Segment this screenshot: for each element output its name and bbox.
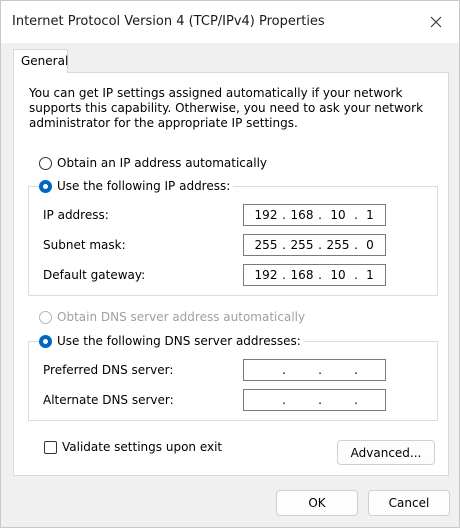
obtain-dns-auto-label: Obtain DNS server address automatically xyxy=(57,310,306,324)
ok-button[interactable]: OK xyxy=(276,490,358,516)
validate-settings-checkbox[interactable]: Validate settings upon exit xyxy=(44,440,222,454)
ip-octet-1: 192 xyxy=(254,208,278,222)
subnet-mask-input[interactable]: 255 . 255 . 255 . 0 xyxy=(243,234,386,256)
cancel-button[interactable]: Cancel xyxy=(368,490,450,516)
use-following-ip-radio-indicator xyxy=(39,179,52,193)
subnet-octet-4: 0 xyxy=(366,238,374,252)
ip-octet-2: 168 xyxy=(290,208,314,222)
obtain-ip-auto-label: Obtain an IP address automatically xyxy=(57,156,268,170)
gateway-octet-3: 10 xyxy=(330,268,346,282)
obtain-dns-auto-radio-indicator xyxy=(39,310,52,324)
ip-address-label: IP address: xyxy=(43,208,109,222)
general-panel: You can get IP settings assigned automat… xyxy=(13,72,449,476)
ip-octet-3: 10 xyxy=(330,208,346,222)
close-button[interactable] xyxy=(413,1,459,43)
alternate-dns-input[interactable]: . . . xyxy=(243,389,386,411)
obtain-dns-auto-radio[interactable]: Obtain DNS server address automatically xyxy=(39,310,305,324)
description-text: You can get IP settings assigned automat… xyxy=(29,86,424,130)
ip-octet-4: 1 xyxy=(366,208,374,222)
use-following-dns-label: Use the following DNS server addresses: xyxy=(57,334,301,348)
alternate-dns-separator: . xyxy=(354,393,358,407)
dialog-title: Internet Protocol Version 4 (TCP/IPv4) P… xyxy=(12,14,325,29)
alternate-dns-separator: . xyxy=(318,393,322,407)
preferred-dns-label: Preferred DNS server: xyxy=(43,363,174,377)
tab-general-label: General xyxy=(21,54,69,68)
subnet-octet-2: 255 xyxy=(290,238,314,252)
use-following-dns-radio[interactable]: Use the following DNS server addresses: xyxy=(39,334,304,348)
subnet-octet-1: 255 xyxy=(254,238,278,252)
use-following-dns-radio-indicator xyxy=(39,334,52,348)
tab-general[interactable]: General xyxy=(13,49,68,73)
default-gateway-input[interactable]: 192 . 168 . 10 . 1 xyxy=(243,264,386,286)
alternate-dns-label: Alternate DNS server: xyxy=(43,393,174,407)
preferred-dns-separator: . xyxy=(354,363,358,377)
use-following-ip-radio[interactable]: Use the following IP address: xyxy=(39,179,234,193)
validate-settings-label: Validate settings upon exit xyxy=(62,440,223,454)
gateway-octet-1: 192 xyxy=(254,268,278,282)
validate-settings-checkbox-box xyxy=(44,440,57,454)
default-gateway-label: Default gateway: xyxy=(43,268,146,282)
obtain-ip-auto-radio[interactable]: Obtain an IP address automatically xyxy=(39,156,267,170)
close-icon xyxy=(430,16,442,28)
advanced-button[interactable]: Advanced... xyxy=(337,440,435,465)
gateway-octet-2: 168 xyxy=(290,268,314,282)
use-following-ip-label: Use the following IP address: xyxy=(57,179,231,193)
properties-dialog: Internet Protocol Version 4 (TCP/IPv4) P… xyxy=(0,0,460,528)
preferred-dns-separator: . xyxy=(318,363,322,377)
title-bar: Internet Protocol Version 4 (TCP/IPv4) P… xyxy=(1,1,459,43)
subnet-mask-label: Subnet mask: xyxy=(43,238,126,252)
gateway-octet-4: 1 xyxy=(366,268,374,282)
preferred-dns-separator: . xyxy=(282,363,286,377)
ip-address-input[interactable]: 192 . 168 . 10 . 1 xyxy=(243,204,386,226)
preferred-dns-input[interactable]: . . . xyxy=(243,359,386,381)
obtain-ip-auto-radio-indicator xyxy=(39,156,52,170)
alternate-dns-separator: . xyxy=(282,393,286,407)
subnet-octet-3: 255 xyxy=(326,238,350,252)
